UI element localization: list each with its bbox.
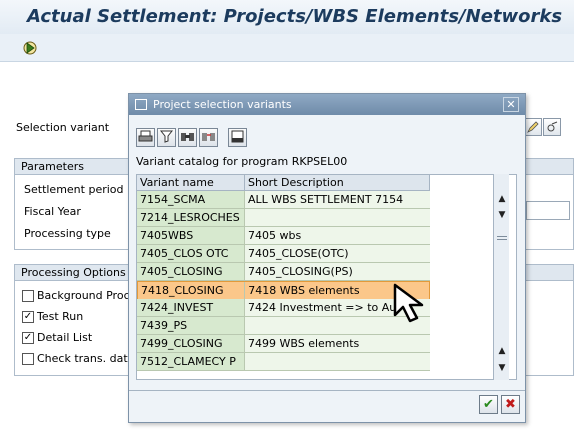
cancel-button[interactable]: ✖ (501, 395, 520, 414)
print-icon[interactable] (136, 128, 155, 147)
table-row[interactable]: 7214_LESROCHES (137, 209, 430, 227)
column-header-short-description[interactable]: Short Description (245, 175, 430, 191)
find-icon[interactable] (178, 128, 197, 147)
variant-name-cell[interactable]: 7439_PS (137, 317, 245, 334)
scroll-up-icon[interactable]: ▲ (495, 344, 509, 358)
filter-icon[interactable] (157, 128, 176, 147)
title-bar: Actual Settlement: Projects/WBS Elements… (0, 0, 574, 34)
variant-name-cell[interactable]: 7499_CLOSING (137, 335, 245, 352)
background-processing-option[interactable]: Background Proce (22, 289, 136, 302)
detail-list-checkbox[interactable]: ✓ (22, 331, 34, 344)
test-run-checkbox[interactable]: ✓ (22, 310, 34, 323)
confirm-button[interactable]: ✔ (479, 395, 498, 414)
table-row[interactable]: 7499_CLOSING 7499 WBS elements (137, 335, 430, 353)
display-list-icon[interactable] (228, 128, 247, 147)
variant-name-cell[interactable]: 7405_CLOSING (137, 263, 245, 280)
scroll-thumb[interactable] (497, 236, 507, 240)
close-icon[interactable]: ✕ (503, 97, 519, 112)
table-row[interactable]: 7439_PS (137, 317, 430, 335)
variant-options-button[interactable] (543, 118, 561, 136)
project-selection-variants-dialog: Project selection variants ✕ Variant cat… (128, 93, 526, 423)
short-description-cell[interactable] (245, 353, 430, 370)
table-row[interactable]: 7154_SCMA ALL WBS SETTLEMENT 7154 (137, 191, 430, 209)
fiscal-year-label: Fiscal Year (24, 205, 81, 218)
check-trans-data-checkbox[interactable] (22, 352, 34, 365)
edit-variant-button[interactable] (524, 118, 542, 136)
application-toolbar (0, 34, 574, 62)
scroll-down-icon[interactable]: ▼ (495, 361, 509, 375)
variant-catalog-label: Variant catalog for program RKPSEL00 (136, 155, 348, 168)
variant-name-cell[interactable]: 7418_CLOSING (138, 282, 246, 299)
variant-name-cell[interactable]: 7154_SCMA (137, 191, 245, 208)
table-row[interactable]: 7405_CLOSING 7405_CLOSING(PS) (137, 263, 430, 281)
variant-rows: 7154_SCMA ALL WBS SETTLEMENT 7154 7214_L… (137, 191, 430, 371)
dialog-title: Project selection variants (129, 94, 525, 115)
background-processing-label: Background Proce (37, 289, 137, 302)
table-row[interactable]: 7405WBS 7405 wbs (137, 227, 430, 245)
test-run-label: Test Run (37, 310, 84, 323)
mouse-pointer-icon (390, 280, 430, 328)
variant-name-cell[interactable]: 7424_INVEST (137, 299, 245, 316)
dialog-window-icon (135, 99, 147, 110)
selected-table-row[interactable]: 7418_CLOSING 7418 WBS elements (137, 281, 430, 299)
scroll-down-icon[interactable]: ▼ (495, 208, 509, 222)
scroll-up-icon[interactable]: ▲ (495, 192, 509, 206)
dialog-footer-divider (129, 390, 525, 391)
table-row[interactable]: 7424_INVEST 7424 Investment => to Au (137, 299, 430, 317)
detail-list-option[interactable]: ✓ Detail List (22, 331, 92, 344)
short-description-cell[interactable]: ALL WBS SETTLEMENT 7154 (245, 191, 430, 208)
selection-variant-label: Selection variant (16, 121, 110, 134)
variant-name-cell[interactable]: 7512_CLAMECY P (137, 353, 245, 370)
settlement-period-label: Settlement period (24, 183, 124, 196)
variant-name-cell[interactable]: 7405_CLOS OTC (137, 245, 245, 262)
variant-name-cell[interactable]: 7214_LESROCHES (137, 209, 245, 226)
find-next-icon[interactable] (199, 128, 218, 147)
check-trans-data-option[interactable]: Check trans. data (22, 352, 134, 365)
fiscal-year-input[interactable] (526, 201, 570, 220)
short-description-cell[interactable]: 7405_CLOSING(PS) (245, 263, 430, 280)
variant-table: Variant name Short Description 7154_SCMA… (136, 174, 517, 380)
table-scrollbar[interactable]: ▲ ▼ ▲ ▼ (493, 174, 509, 380)
short-description-cell[interactable]: 7405 wbs (245, 227, 430, 244)
background-processing-checkbox[interactable] (22, 289, 34, 302)
detail-list-label: Detail List (37, 331, 93, 344)
column-header-variant-name[interactable]: Variant name (137, 175, 245, 191)
variant-name-cell[interactable]: 7405WBS (137, 227, 245, 244)
processing-type-label: Processing type (24, 227, 111, 240)
short-description-cell[interactable] (245, 209, 430, 226)
short-description-cell[interactable]: 7405_CLOSE(OTC) (245, 245, 430, 262)
page-title: Actual Settlement: Projects/WBS Elements… (27, 6, 563, 27)
table-row[interactable]: 7405_CLOS OTC 7405_CLOSE(OTC) (137, 245, 430, 263)
test-run-option[interactable]: ✓ Test Run (22, 310, 83, 323)
short-description-cell[interactable]: 7499 WBS elements (245, 335, 430, 352)
execute-icon[interactable] (22, 40, 38, 56)
table-row[interactable]: 7512_CLAMECY P (137, 353, 430, 371)
check-trans-data-label: Check trans. data (37, 352, 135, 365)
